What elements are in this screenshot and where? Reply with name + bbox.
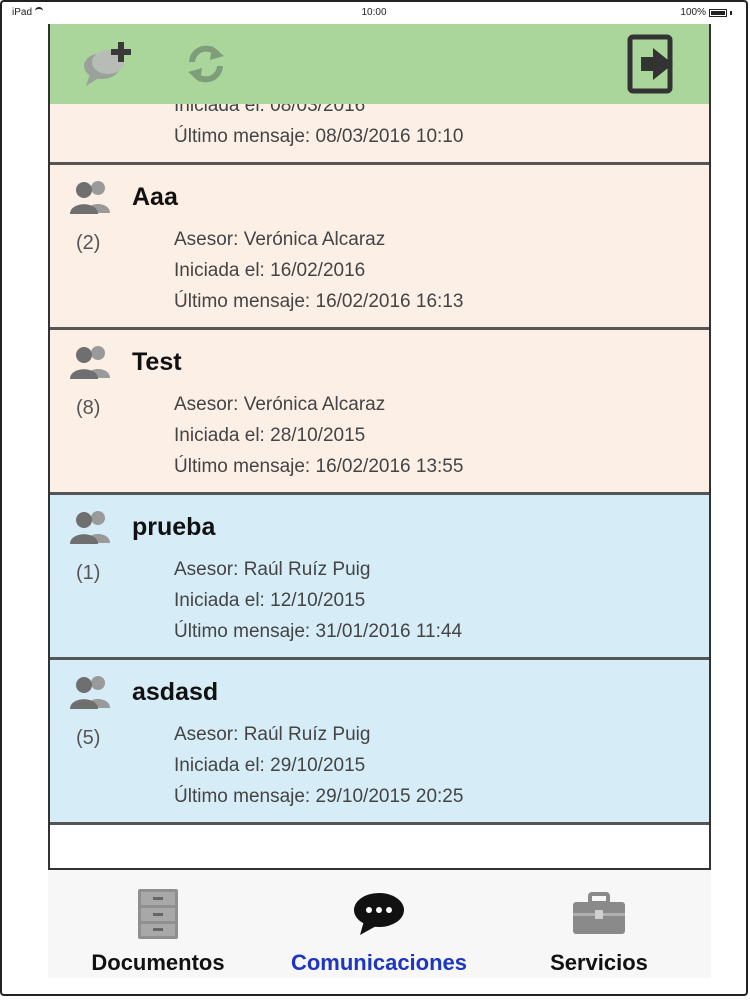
started-line: Iniciada el: 16/02/2016 <box>174 260 365 282</box>
last-message-label: Último mensaje: <box>174 291 311 312</box>
conversation-list[interactable]: (1) Asesor: Verónica Alcaraz Iniciada el: … <box>50 104 709 868</box>
last-message-date: 29/10/2015 20:25 <box>315 786 464 807</box>
conversation-item[interactable]: Aaa (2) Asesor: Verónica Alcaraz Iniciada e… <box>50 165 709 330</box>
briefcase-icon <box>571 886 627 942</box>
advisor-label: Asesor: <box>174 394 239 415</box>
message-count: (8) <box>76 397 101 419</box>
advisor-line: Asesor: Verónica Alcaraz <box>174 229 385 251</box>
started-label: Iniciada el: <box>174 104 265 116</box>
conversation-item[interactable]: asdasd (5) Asesor: Raúl Ruíz Puig Iniciada … <box>50 660 709 825</box>
advisor-name: Raúl Ruíz Puig <box>243 724 371 745</box>
status-time: 10:00 <box>361 7 387 18</box>
advisor-label: Asesor: <box>174 559 239 580</box>
started-label: Iniciada el: <box>174 425 265 446</box>
group-users-icon <box>68 674 114 715</box>
started-line: Iniciada el: 08/03/2016 <box>174 104 365 117</box>
last-message-label: Último mensaje: <box>174 621 311 642</box>
last-message-date: 08/03/2016 10:10 <box>315 126 464 147</box>
last-message-date: 16/02/2016 13:55 <box>315 456 464 477</box>
tab-documentos-label: Documentos <box>91 950 225 975</box>
tab-comunicaciones-label: Comunicaciones <box>290 950 468 975</box>
chat-bubble-icon <box>352 886 406 942</box>
started-line: Iniciada el: 12/10/2015 <box>174 590 365 612</box>
status-bar: iPad 10:00 100% <box>2 2 746 24</box>
advisor-line: Asesor: Raúl Ruíz Puig <box>174 559 370 581</box>
advisor-label: Asesor: <box>174 229 239 250</box>
message-count: (2) <box>76 232 101 254</box>
conversation-item[interactable]: (1)Asesor: Verónica AlcarazIniciada el: … <box>50 104 709 165</box>
advisor-line: Asesor: Verónica Alcaraz <box>174 394 385 416</box>
last-message-label: Último mensaje: <box>174 786 311 807</box>
battery-icon <box>709 8 727 17</box>
last-message-line: Último mensaje: 29/10/2015 20:25 <box>174 786 463 808</box>
last-message-date: 16/02/2016 16:13 <box>315 291 464 312</box>
last-message-date: 31/01/2016 11:44 <box>315 621 463 642</box>
tab-servicios-label: Servicios <box>550 950 648 975</box>
file-cabinet-icon <box>136 886 180 942</box>
started-date: 12/10/2015 <box>270 590 366 611</box>
started-label: Iniciada el: <box>174 260 265 281</box>
group-users-icon <box>68 179 114 220</box>
new-conversation-button[interactable] <box>78 24 138 104</box>
started-label: Iniciada el: <box>174 755 265 776</box>
tab-documentos[interactable]: Documentos <box>78 870 238 978</box>
last-message-line: Último mensaje: 16/02/2016 13:55 <box>174 456 463 478</box>
started-label: Iniciada el: <box>174 590 265 611</box>
last-message-line: Último mensaje: 08/03/2016 10:10 <box>174 126 463 148</box>
tab-comunicaciones[interactable]: Comunicaciones <box>274 870 484 978</box>
message-count: (5) <box>76 727 101 749</box>
started-date: 16/02/2016 <box>270 260 366 281</box>
last-message-label: Último mensaje: <box>174 456 311 477</box>
battery-percent: 100% <box>680 7 706 18</box>
started-date: 08/03/2016 <box>270 104 366 116</box>
conversation-item[interactable]: prueba (1) Asesor: Raúl Ruíz Puig Iniciada … <box>50 495 709 660</box>
last-message-line: Último mensaje: 31/01/2016 11:44 <box>174 621 462 643</box>
message-count: (1) <box>76 562 101 584</box>
last-message-label: Último mensaje: <box>174 126 311 147</box>
started-line: Iniciada el: 29/10/2015 <box>174 755 365 777</box>
chat-bubble-plus-icon <box>84 42 131 86</box>
toolbar <box>50 24 709 104</box>
advisor-label: Asesor: <box>174 724 239 745</box>
conversation-title: Aaa <box>132 183 178 211</box>
advisor-name: Verónica Alcaraz <box>243 229 386 250</box>
logout-icon <box>627 34 673 94</box>
device-frame: iPad 10:00 100% Iniciada el: 08/03/2016 … <box>0 0 748 996</box>
conversation-title: Test <box>132 348 182 376</box>
tab-bar: Documentos Comunicaciones Servicios <box>48 870 711 978</box>
started-line: Iniciada el: 28/10/2015 <box>174 425 365 447</box>
advisor-name: Verónica Alcaraz <box>243 394 386 415</box>
started-date: 29/10/2015 <box>270 755 366 776</box>
group-users-icon <box>68 344 114 385</box>
refresh-icon <box>188 45 224 83</box>
tab-servicios[interactable]: Servicios <box>524 870 674 978</box>
conversation-title: prueba <box>132 513 216 541</box>
refresh-button[interactable] <box>178 24 234 104</box>
group-users-icon <box>68 509 114 550</box>
started-date: 28/10/2015 <box>270 425 366 446</box>
status-battery: 100% <box>680 7 732 18</box>
conversation-item[interactable]: Test (8) Asesor: Verónica Alcaraz Iniciada … <box>50 330 709 495</box>
logout-button[interactable] <box>625 24 679 104</box>
app-container: (1) Asesor: Verónica Alcaraz Iniciada el: … <box>48 24 711 870</box>
conversation-list-content: (1) Asesor: Verónica Alcaraz Iniciada el: … <box>50 104 709 825</box>
advisor-line: Asesor: Raúl Ruíz Puig <box>174 724 370 746</box>
battery-tip <box>730 10 732 15</box>
last-message-line: Último mensaje: 16/02/2016 16:13 <box>174 291 463 313</box>
advisor-name: Raúl Ruíz Puig <box>243 559 371 580</box>
conversation-title: asdasd <box>132 678 219 706</box>
